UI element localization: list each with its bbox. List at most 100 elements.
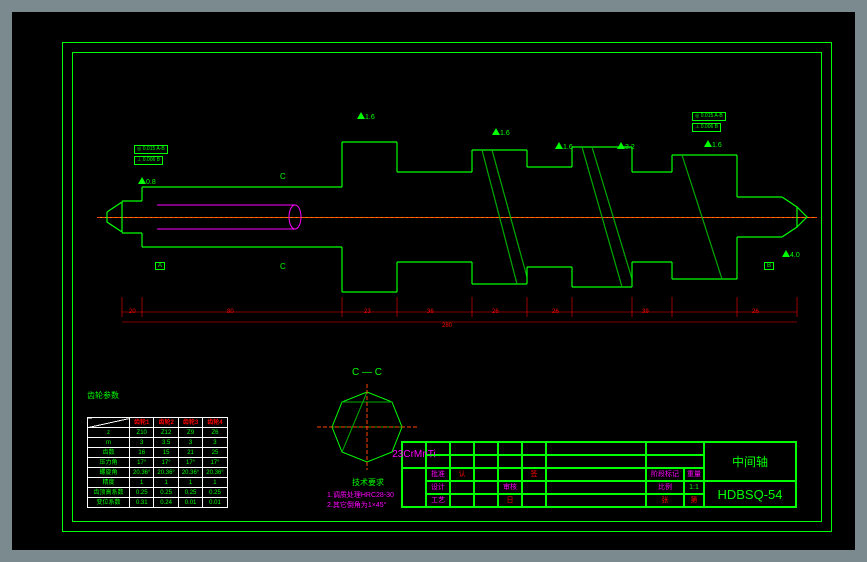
gdtol-box: ◎ 0.015 A-B: [692, 112, 726, 121]
surface-finish-mark: 1.6: [357, 112, 375, 121]
tb-cell: 认: [450, 468, 474, 481]
surface-finish-mark: 1.6: [492, 128, 510, 137]
tb-cell: [522, 481, 546, 494]
tb-cell: [522, 442, 546, 455]
surface-finish-mark: 1.6: [704, 140, 722, 149]
surface-finish-mark: 1.6: [555, 142, 573, 151]
table-cell: 0.24: [154, 498, 178, 508]
row-label: m: [88, 438, 130, 448]
tb-proc: 工艺: [426, 494, 450, 507]
tb-cell: [450, 481, 474, 494]
table-header: 齿轮4: [203, 418, 227, 428]
table-cell: Z6: [203, 428, 227, 438]
table-cell: 1: [178, 478, 202, 488]
section-mark-c: C: [280, 262, 286, 271]
tb-cell: [522, 455, 546, 468]
table-cell: 1: [203, 478, 227, 488]
table-cell: 0.01: [203, 498, 227, 508]
tb-cell: [498, 442, 522, 455]
table-cell: Z10: [130, 428, 154, 438]
tb-design: 设计: [426, 481, 450, 494]
gear-param-title: 齿轮参数: [87, 390, 119, 401]
row-label: 压力角: [88, 458, 130, 468]
tb-check: 审核: [498, 481, 522, 494]
tb-scale: 1:1: [684, 481, 704, 494]
dim-text: 26: [752, 309, 759, 315]
part-name-cell: 中间轴: [704, 442, 796, 481]
dim-text: 80: [227, 309, 234, 315]
table-cell: 20.36°: [130, 468, 154, 478]
dim-text: 26: [552, 309, 559, 315]
table-cell: 20.36°: [203, 468, 227, 478]
tb-cell: 第: [684, 494, 704, 507]
table-cell: 20.36°: [154, 468, 178, 478]
dim-total: 280: [442, 323, 452, 329]
tb-cell: [546, 481, 646, 494]
table-corner: [88, 418, 130, 428]
tb-cell: 张: [646, 494, 684, 507]
row-label: 精度: [88, 478, 130, 488]
table-cell: 3.5: [154, 438, 178, 448]
dim-text: 39: [642, 309, 649, 315]
surface-finish-mark: 4.0: [782, 250, 800, 259]
table-cell: 16: [130, 448, 154, 458]
table-header: 齿轮3: [178, 418, 202, 428]
tb-weight-label: 重量: [684, 468, 704, 481]
datum-a: A: [155, 262, 165, 270]
table-cell: 1: [130, 478, 154, 488]
title-block: 23CrMnTi 中间轴 批准认签 阶段标记 重量 设计审核 比例 1:1 HD…: [401, 441, 797, 508]
datum-b: B: [764, 262, 774, 270]
tb-cell: [546, 455, 646, 468]
table-cell: Z9: [178, 428, 202, 438]
row-label: 齿顶高系数: [88, 488, 130, 498]
table-cell: 0.25: [178, 488, 202, 498]
tech-req-1: 1.调质处理HRC28-30: [327, 490, 394, 500]
tb-cell: [450, 494, 474, 507]
tb-cell: [498, 455, 522, 468]
row-label: z: [88, 428, 130, 438]
tb-cell: [646, 442, 704, 455]
tech-req-title: 技术要求: [352, 477, 384, 488]
material-cell: 23CrMnTi: [402, 442, 426, 468]
table-cell: 15: [154, 448, 178, 458]
table-cell: 17°: [178, 458, 202, 468]
tb-cell: [450, 455, 474, 468]
table-cell: 3: [203, 438, 227, 448]
tb-cell: [450, 442, 474, 455]
dim-text: 23: [364, 309, 371, 315]
drawing-canvas: 1.6 1.6 1.6 3.2 1.6 0.8 4.0 ◎ 0.015 A-B …: [12, 12, 855, 550]
tb-cell: [498, 468, 522, 481]
dim-text: 36: [427, 309, 434, 315]
tech-req-2: 2.其它倒角为1×45°: [327, 500, 386, 510]
tb-cell: [426, 455, 450, 468]
gdtol-box: ⊥ 0.006 B: [134, 156, 163, 165]
table-cell: 0.25: [154, 488, 178, 498]
table-cell: 17°: [154, 458, 178, 468]
drawing-no-cell: HDBSQ-54: [704, 481, 796, 507]
table-cell: 21: [178, 448, 202, 458]
tb-cell: [474, 455, 498, 468]
tb-cell: [522, 494, 546, 507]
tb-cell: 签: [522, 468, 546, 481]
table-cell: 0.31: [130, 498, 154, 508]
table-cell: 3: [130, 438, 154, 448]
table-header: 齿轮1: [130, 418, 154, 428]
table-cell: 1: [154, 478, 178, 488]
tb-cell: [546, 442, 646, 455]
section-mark-c: C: [280, 172, 286, 181]
tb-cell: [402, 468, 426, 507]
table-cell: 3: [178, 438, 202, 448]
tb-cell: [474, 442, 498, 455]
table-cell: 25: [203, 448, 227, 458]
surface-finish-mark: 0.8: [138, 177, 156, 186]
gdtol-box: ◎ 0.015 A-B: [134, 145, 168, 154]
table-cell: 0.25: [130, 488, 154, 498]
tb-cell: [546, 494, 646, 507]
dim-text: 26: [492, 309, 499, 315]
tb-cell: [474, 468, 498, 481]
tb-scale-label: 比例: [646, 481, 684, 494]
row-label: 螺旋角: [88, 468, 130, 478]
gear-parameter-table: 齿轮1 齿轮2 齿轮3 齿轮4 zZ10Z12Z9Z6 m33.533 齿数16…: [87, 417, 228, 508]
tb-cell: [546, 468, 646, 481]
tb-stage-label: 阶段标记: [646, 468, 684, 481]
